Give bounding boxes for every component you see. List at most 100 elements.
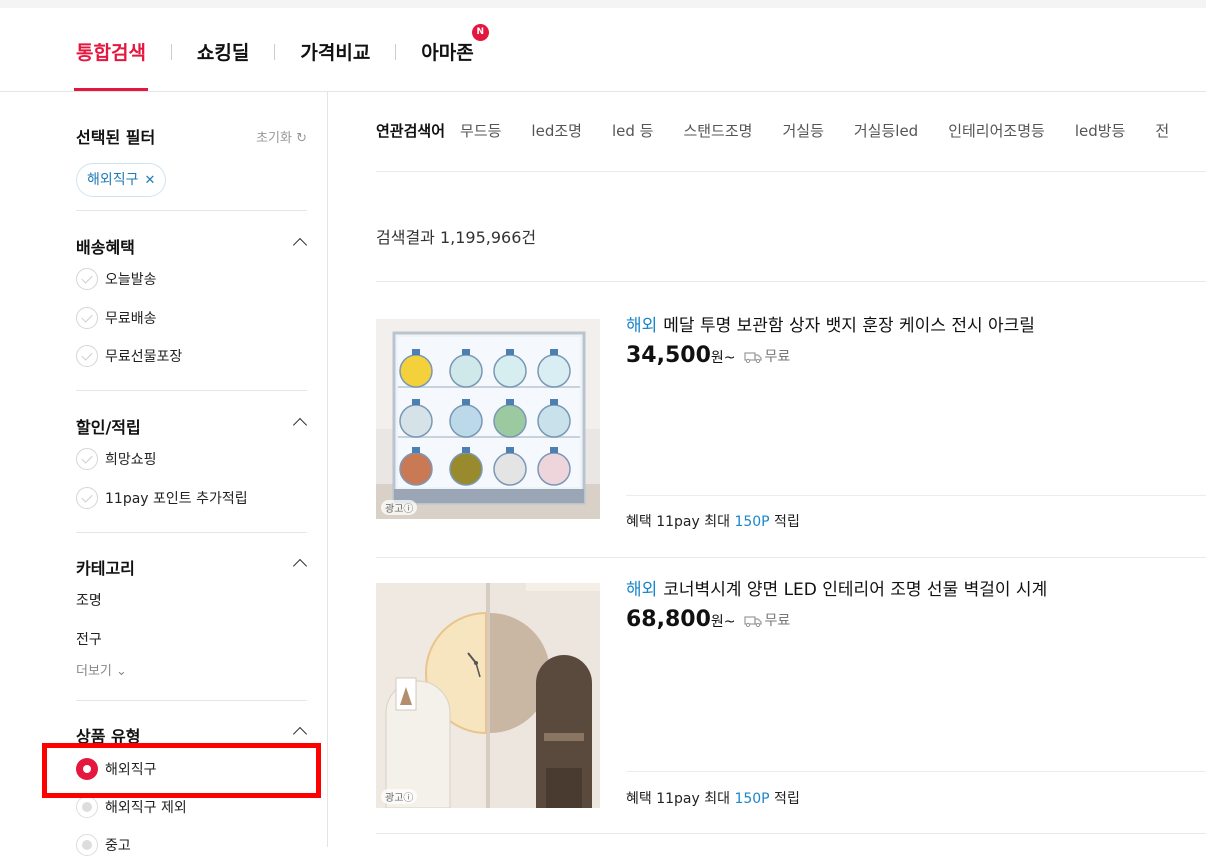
price-value: 68,800 bbox=[626, 607, 711, 632]
check-icon bbox=[76, 448, 98, 470]
chevron-up-icon[interactable] bbox=[292, 237, 308, 253]
radio-used[interactable]: 중고 bbox=[76, 834, 131, 856]
ad-label: 광고ⓘ bbox=[381, 789, 418, 804]
tab-integrated-search[interactable]: 통합검색 bbox=[74, 38, 148, 91]
filter-sidebar: 선택된 필터 초기화 ↻ 해외직구 ✕ 배송혜택 오늘발송 무료배송 무료선물포장… bbox=[0, 92, 328, 856]
checkbox-label: 오늘발송 bbox=[105, 272, 157, 288]
radio-exclude-overseas[interactable]: 해외직구 제외 bbox=[76, 796, 187, 818]
filter-checkbox-today-ship[interactable]: 오늘발송 bbox=[76, 268, 157, 290]
related-keyword[interactable]: led조명 bbox=[531, 120, 582, 141]
divider bbox=[76, 210, 307, 211]
discount-filter-title: 할인/적립 bbox=[76, 418, 141, 437]
filter-checkbox-free-ship[interactable]: 무료배송 bbox=[76, 307, 157, 329]
selected-filter-chip[interactable]: 해외직구 ✕ bbox=[76, 163, 167, 197]
product-card[interactable]: 광고ⓘ 해외 메달 투명 보관함 상자 뱃지 훈장 케이스 전시 아크릴 34,5… bbox=[376, 316, 1206, 559]
divider bbox=[626, 771, 1206, 772]
highlight-box bbox=[42, 743, 321, 798]
reset-label: 초기화 bbox=[256, 131, 292, 146]
benefit-points: 150P bbox=[734, 514, 770, 530]
tab-amazon[interactable]: 아마존 N bbox=[421, 24, 489, 65]
category-item-bulb[interactable]: 전구 bbox=[76, 629, 102, 649]
related-keyword[interactable]: 거실등 bbox=[782, 120, 823, 141]
tab-divider bbox=[274, 43, 276, 60]
related-keyword[interactable]: 스탠드조명 bbox=[683, 120, 752, 141]
ad-text: 광고 bbox=[385, 504, 404, 515]
chip-label: 해외직구 bbox=[87, 172, 139, 188]
check-icon bbox=[76, 307, 98, 329]
more-categories-button[interactable]: 더보기 ⌄ bbox=[76, 660, 127, 679]
related-keyword[interactable]: 인테리어조명등 bbox=[948, 120, 1045, 141]
radio-label: 해외직구 제외 bbox=[105, 800, 187, 816]
shipping-filter-title: 배송혜택 bbox=[76, 238, 135, 257]
truck-icon bbox=[743, 616, 762, 627]
check-icon bbox=[76, 268, 98, 290]
related-keyword[interactable]: 무드등 bbox=[460, 120, 501, 141]
ad-label: 광고ⓘ bbox=[381, 500, 418, 515]
product-name: 코너벽시계 양면 LED 인테리어 조명 선물 벽걸이 시계 bbox=[663, 580, 1048, 600]
shipping-label: 무료 bbox=[764, 613, 791, 629]
benefit-text: 혜택 11pay 최대 bbox=[626, 791, 735, 807]
selected-filter-title: 선택된 필터 bbox=[76, 128, 156, 147]
tab-price-compare[interactable]: 가격비교 bbox=[300, 38, 370, 65]
divider bbox=[376, 557, 1206, 558]
product-image[interactable]: 광고ⓘ bbox=[376, 583, 600, 808]
close-icon[interactable]: ✕ bbox=[145, 173, 156, 188]
shipping-label: 무료 bbox=[764, 349, 791, 365]
checkbox-label: 무료배송 bbox=[105, 311, 157, 327]
tab-shocking-deal[interactable]: 쇼킹딜 bbox=[197, 38, 249, 65]
filter-checkbox-hope-shopping[interactable]: 희망쇼핑 bbox=[76, 448, 157, 470]
price-unit: 원~ bbox=[710, 614, 736, 630]
benefit-suffix: 적립 bbox=[769, 791, 800, 807]
radio-label: 중고 bbox=[105, 838, 131, 854]
category-item-lighting[interactable]: 조명 bbox=[76, 590, 102, 610]
check-icon bbox=[76, 487, 98, 509]
checkbox-label: 희망쇼핑 bbox=[105, 452, 157, 468]
divider bbox=[376, 281, 1206, 282]
related-keywords-label: 연관검색어 bbox=[376, 122, 446, 140]
ad-text: 광고 bbox=[385, 793, 404, 804]
check-icon bbox=[76, 345, 98, 367]
truck-icon bbox=[743, 352, 762, 363]
benefit-info: 혜택 11pay 최대 150P 적립 bbox=[626, 788, 800, 808]
related-keyword[interactable]: led방등 bbox=[1075, 120, 1126, 141]
refresh-icon: ↻ bbox=[296, 131, 307, 146]
product-title[interactable]: 해외 메달 투명 보관함 상자 뱃지 훈장 케이스 전시 아크릴 bbox=[626, 311, 1035, 336]
price-unit: 원~ bbox=[710, 350, 736, 366]
product-image[interactable]: 광고ⓘ bbox=[376, 319, 600, 519]
filter-checkbox-gift-wrap[interactable]: 무료선물포장 bbox=[76, 345, 182, 367]
radio-unselected-icon bbox=[76, 796, 98, 818]
shipping-info: 무료 bbox=[743, 346, 791, 366]
benefit-points: 150P bbox=[734, 791, 770, 807]
tab-amazon-label: 아마존 bbox=[421, 42, 474, 64]
filter-panel: 선택된 필터 초기화 ↻ 해외직구 ✕ 배송혜택 오늘발송 무료배송 무료선물포장… bbox=[76, 92, 308, 856]
radio-unselected-icon bbox=[76, 834, 98, 856]
price-value: 34,500 bbox=[626, 343, 711, 368]
product-title[interactable]: 해외 코너벽시계 양면 LED 인테리어 조명 선물 벽걸이 시계 bbox=[626, 575, 1047, 600]
more-label: 더보기 bbox=[76, 664, 112, 679]
chevron-down-icon: ⌄ bbox=[116, 664, 127, 679]
related-keyword[interactable]: led 등 bbox=[612, 120, 654, 141]
checkbox-label: 무료선물포장 bbox=[105, 349, 183, 365]
divider bbox=[376, 833, 1206, 834]
divider bbox=[76, 532, 307, 533]
search-tabs: 통합검색 쇼킹딜 가격비교 아마존 N bbox=[74, 24, 489, 91]
divider bbox=[76, 390, 307, 391]
benefit-suffix: 적립 bbox=[769, 514, 800, 530]
chevron-up-icon[interactable] bbox=[292, 558, 308, 574]
related-keyword[interactable]: 전 bbox=[1155, 120, 1169, 141]
filter-checkbox-11pay-points[interactable]: 11pay 포인트 추가적립 bbox=[76, 487, 248, 509]
chevron-up-icon[interactable] bbox=[292, 417, 308, 433]
reset-filters-button[interactable]: 초기화 ↻ bbox=[256, 127, 307, 146]
product-card[interactable]: 광고ⓘ 해외 코너벽시계 양면 LED 인테리어 조명 선물 벽걸이 시계 68,… bbox=[376, 580, 1206, 823]
benefit-text: 혜택 11pay 최대 bbox=[626, 514, 735, 530]
medal-display-case-image bbox=[376, 319, 600, 519]
related-keyword[interactable]: 거실등led bbox=[854, 120, 918, 141]
chevron-up-icon[interactable] bbox=[292, 726, 308, 742]
divider bbox=[76, 700, 307, 701]
product-price: 34,500 원~ 무료 bbox=[626, 343, 790, 368]
tab-divider bbox=[395, 43, 397, 60]
benefit-info: 혜택 11pay 최대 150P 적립 bbox=[626, 511, 800, 531]
tab-divider bbox=[170, 43, 172, 60]
overseas-tag: 해외 bbox=[626, 580, 658, 600]
top-navigation: 통합검색 쇼킹딜 가격비교 아마존 N bbox=[0, 0, 1206, 92]
